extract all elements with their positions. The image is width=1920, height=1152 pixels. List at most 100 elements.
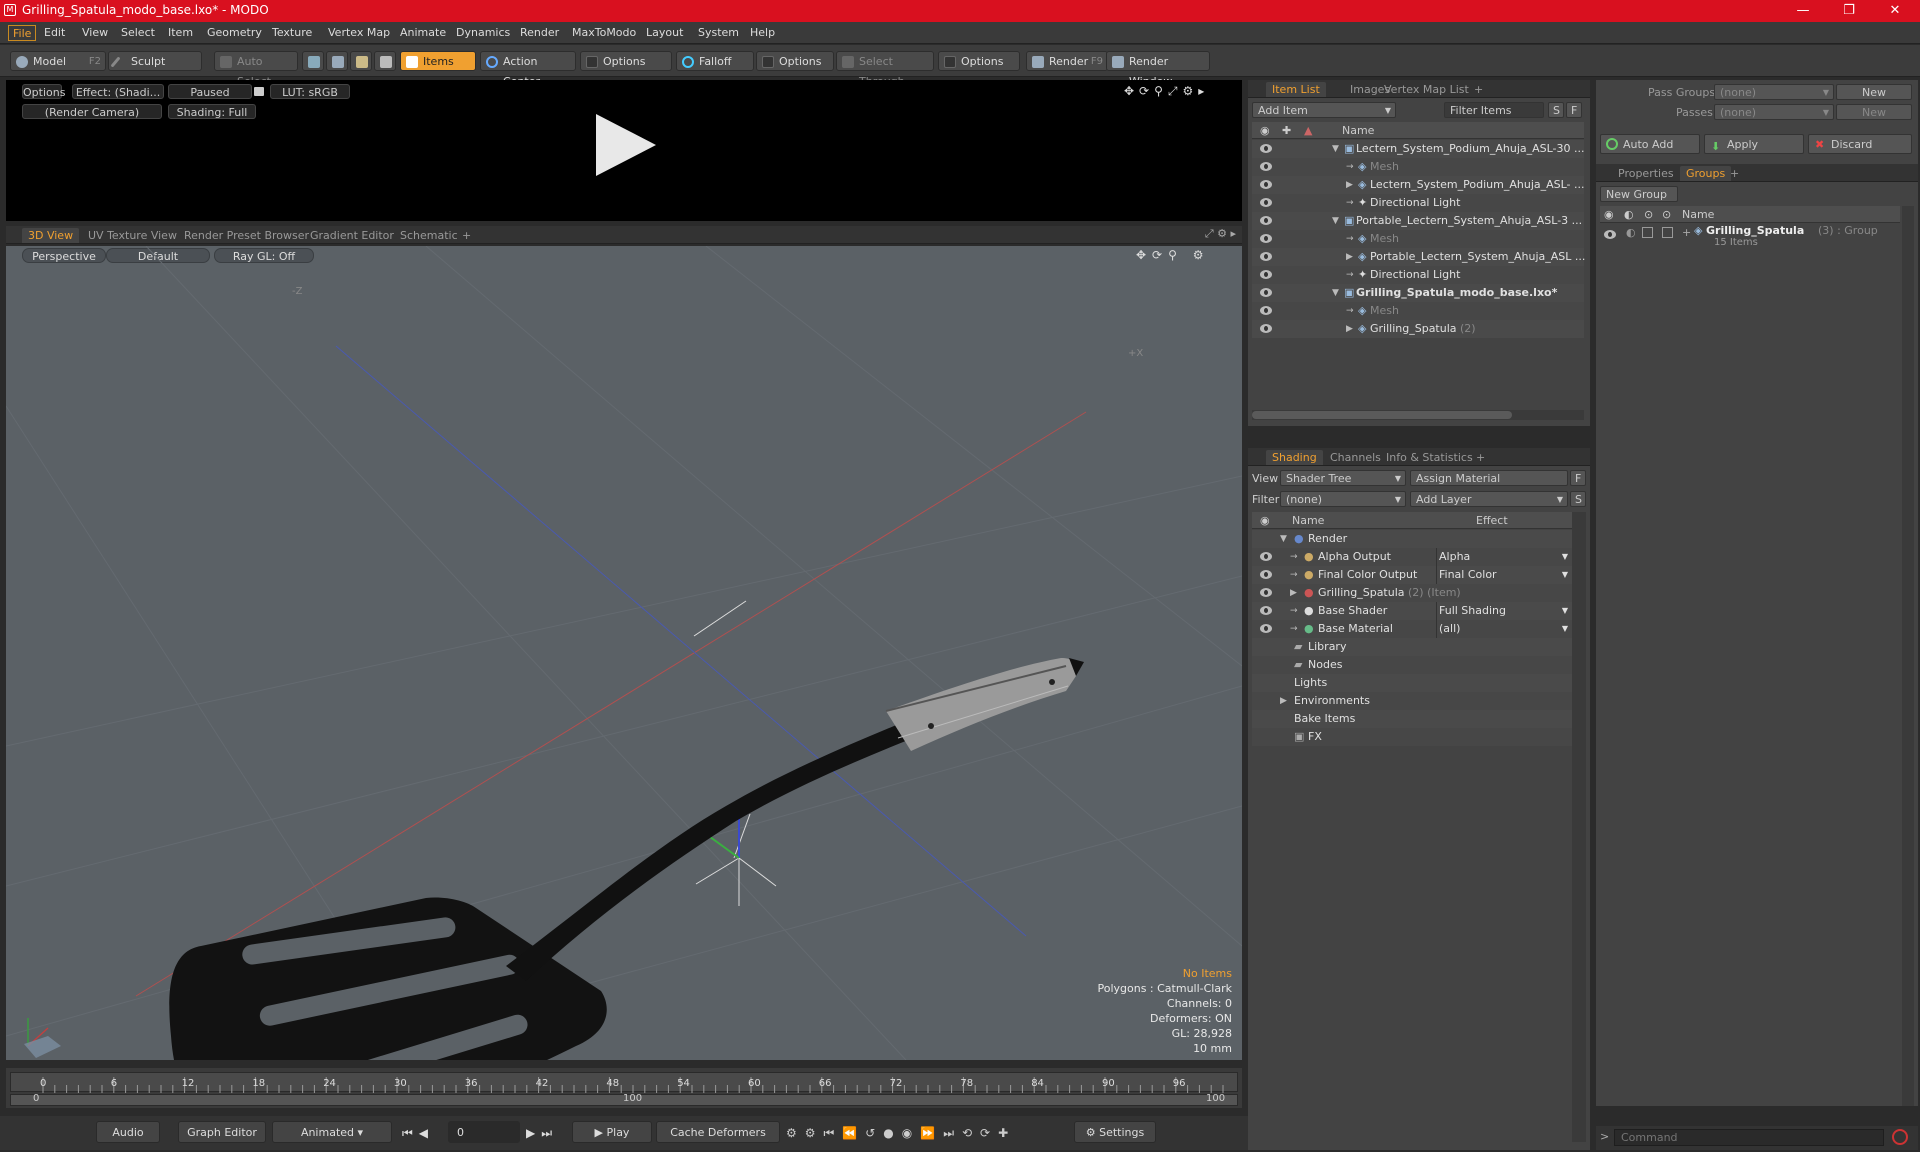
passes-dropdown[interactable]: (none) ▼ — [1714, 104, 1834, 120]
item-list-row[interactable]: → ◈ Mesh — [1252, 158, 1584, 176]
item-list-row[interactable]: ▶ ◈ Portable_Lectern_System_Ahuja_ASL ... — [1252, 248, 1585, 266]
expand-icon[interactable]: ▶ — [1280, 692, 1287, 710]
tab-uv-texture-view[interactable]: UV Texture View — [82, 228, 183, 243]
expand-icon[interactable]: ▶ — [1346, 248, 1353, 266]
preview-effect-dropdown[interactable]: Effect: (Shadi... — [72, 84, 164, 99]
tab-properties[interactable]: Properties — [1612, 166, 1680, 181]
group-row[interactable]: ◐ + ◈ Grilling_Spatula (3) : Group 15 It… — [1600, 224, 1900, 250]
render-toggle-icon[interactable]: ◐ — [1626, 226, 1636, 239]
auto-select-button[interactable]: Auto Select — [214, 51, 298, 88]
polygons-mode-button[interactable] — [350, 51, 372, 71]
shading-f-button[interactable]: F — [1570, 470, 1586, 486]
item-list-row[interactable]: → ✦ Directional Light — [1252, 194, 1584, 212]
play-button[interactable]: ▶ Play — [572, 1121, 652, 1143]
menu-file[interactable]: File — [8, 25, 37, 41]
render-preview[interactable]: Options Effect: (Shadi... Paused LUT: sR… — [6, 80, 1242, 221]
action-center-options-button[interactable]: Options — [580, 51, 672, 71]
groups-scrollbar[interactable] — [1902, 206, 1914, 1106]
shader-tree-row[interactable]: → ● Base Material (all) ▼ — [1252, 620, 1572, 638]
item-list-row[interactable]: ▶ ◈ Lectern_System_Podium_Ahuja_ASL- ... — [1252, 176, 1585, 194]
expand-icon[interactable]: + — [1682, 226, 1691, 239]
render-window-button[interactable]: Render Window — [1106, 51, 1210, 88]
tab-channels[interactable]: Channels — [1324, 450, 1387, 465]
effect-dropdown[interactable]: Full Shading ▼ — [1436, 602, 1572, 620]
item-list-row[interactable]: ▼ ▣ Portable_Lectern_System_Ahuja_ASL-3 ..… — [1252, 212, 1584, 230]
shader-tree-row[interactable]: Lights — [1252, 674, 1572, 692]
expand-icon[interactable]: ▶ — [1290, 584, 1297, 602]
shader-tree-row[interactable]: → ● Base Shader Full Shading ▼ — [1252, 602, 1572, 620]
tab-render-preset-browser[interactable]: Render Preset Browser — [178, 228, 315, 243]
auto-add-button[interactable]: Auto Add — [1600, 134, 1700, 154]
eye-icon[interactable] — [1260, 162, 1272, 171]
audio-button[interactable]: Audio — [96, 1121, 160, 1143]
item-list-scrollbar[interactable] — [1252, 410, 1584, 420]
preview-paused-toggle[interactable]: Paused — [168, 84, 252, 99]
falloff-options-button[interactable]: Options — [756, 51, 834, 71]
preview-camera-dropdown[interactable]: (Render Camera) — [22, 104, 162, 119]
add-tab-button[interactable]: + — [1468, 82, 1489, 97]
eye-icon[interactable] — [1260, 570, 1272, 579]
tab-vertex-map-list[interactable]: Vertex Map List — [1378, 82, 1475, 97]
select-through-options-button[interactable]: Options — [938, 51, 1020, 71]
select-checkbox[interactable] — [1662, 227, 1673, 238]
scrollbar-thumb[interactable] — [1252, 411, 1512, 419]
tab-item-list[interactable]: Item List — [1266, 82, 1326, 97]
eye-icon[interactable] — [1260, 552, 1272, 561]
item-list-row[interactable]: → ◈ Mesh — [1252, 230, 1584, 248]
timeline-ruler[interactable]: 0 6 12 18 24 30 36 42 48 54 60 66 72 78 84 90 96 — [10, 1072, 1238, 1093]
collapse-icon[interactable]: ▼ — [1280, 530, 1287, 548]
eye-icon[interactable] — [1260, 270, 1272, 279]
eye-icon[interactable] — [1260, 606, 1272, 615]
shader-tree-row[interactable]: ▰ Library — [1252, 638, 1572, 656]
new-group-button[interactable]: New Group — [1600, 186, 1678, 202]
sculpt-button[interactable]: Sculpt — [108, 51, 202, 71]
select-through-button[interactable]: Select Through — [836, 51, 934, 88]
settings-button[interactable]: ⚙ Settings — [1074, 1121, 1156, 1143]
collapse-icon[interactable]: ▼ — [1332, 284, 1339, 302]
item-list-row[interactable]: → ✦ Directional Light — [1252, 266, 1584, 284]
filter-items-input[interactable]: Filter Items — [1444, 102, 1544, 118]
close-button[interactable]: ✕ — [1872, 0, 1918, 22]
menu-animate[interactable]: Animate — [396, 25, 450, 41]
eye-icon[interactable] — [1604, 230, 1616, 239]
minimize-button[interactable]: — — [1780, 0, 1826, 22]
items-mode-button[interactable]: Items — [400, 51, 476, 71]
eye-icon[interactable] — [1260, 588, 1272, 597]
tab-gradient-editor[interactable]: Gradient Editor — [304, 228, 400, 243]
discard-button[interactable]: ✖ Discard — [1808, 134, 1912, 154]
filter-dropdown[interactable]: (none) ▼ — [1280, 491, 1406, 507]
shader-tree-row[interactable]: Bake Items — [1252, 710, 1572, 728]
falloff-button[interactable]: Falloff — [676, 51, 754, 71]
preview-shading-dropdown[interactable]: Shading: Full — [168, 104, 256, 119]
menu-system[interactable]: System — [694, 25, 743, 41]
eye-icon[interactable] — [1260, 216, 1272, 225]
shader-tree-row[interactable]: ▣ FX — [1252, 728, 1572, 746]
command-input[interactable] — [1614, 1129, 1884, 1146]
effect-column-header[interactable]: Effect — [1476, 514, 1508, 527]
menu-help[interactable]: Help — [746, 25, 779, 41]
key-tools-icons[interactable]: ⚙⚙⏮⏪↺●◉⏩⏭⟲⟳✚ — [786, 1126, 1016, 1141]
eye-icon[interactable] — [1260, 144, 1272, 153]
name-column-header[interactable]: Name — [1292, 514, 1324, 527]
eye-icon[interactable] — [1260, 324, 1272, 333]
filter-f-button[interactable]: F — [1566, 102, 1582, 118]
timeline-range-bar[interactable]: 0 100 100 — [10, 1093, 1238, 1106]
menu-select[interactable]: Select — [117, 25, 159, 41]
render-button[interactable]: Render F9 — [1026, 51, 1108, 71]
effect-dropdown[interactable]: Alpha ▼ — [1436, 548, 1572, 566]
shader-tree-row[interactable]: → ● Final Color Output Final Color ▼ — [1252, 566, 1572, 584]
expand-icon[interactable]: ▶ — [1346, 176, 1353, 194]
eye-icon[interactable] — [1260, 234, 1272, 243]
collapse-icon[interactable]: ▼ — [1332, 140, 1339, 158]
name-column-header[interactable]: Name — [1342, 124, 1374, 137]
lock-icon[interactable] — [254, 87, 264, 96]
item-list-row[interactable]: ▼ ▣ Lectern_System_Podium_Ahuja_ASL-30 ... — [1252, 140, 1585, 158]
shading-s-button[interactable]: S — [1570, 491, 1586, 507]
add-item-dropdown[interactable]: Add Item ▼ — [1252, 102, 1396, 118]
3d-viewport[interactable]: Perspective Default Ray GL: Off ✥⟳⚲ ⚙ -Z… — [6, 246, 1242, 1060]
maximize-button[interactable]: ❐ — [1826, 0, 1872, 22]
menu-layout[interactable]: Layout — [642, 25, 687, 41]
current-frame-input[interactable]: 0 — [448, 1121, 520, 1143]
vertices-mode-button[interactable] — [302, 51, 324, 71]
item-list-row[interactable]: ▶ ◈ Grilling_Spatula (2) — [1252, 320, 1584, 338]
